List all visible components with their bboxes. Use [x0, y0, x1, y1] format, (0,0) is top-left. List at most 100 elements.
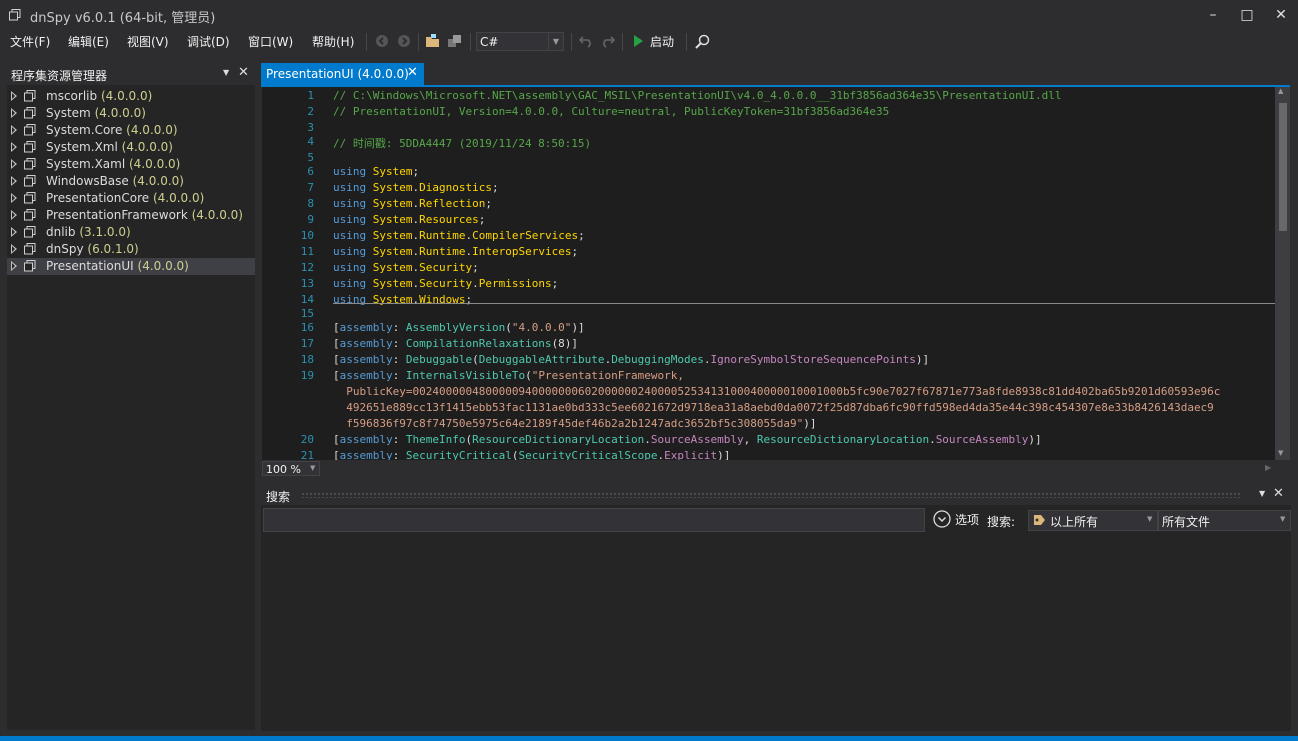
tree-item-mscorlib[interactable]: mscorlib (4.0.0.0) — [7, 88, 255, 105]
expand-arrow-icon[interactable] — [11, 159, 17, 169]
line-number: 7 — [307, 181, 314, 194]
code-line: 492651e889cc13f1415ebb53fac1131ae0bd333c… — [346, 401, 1214, 414]
search-panel-title: 搜索 — [266, 490, 291, 504]
expand-arrow-icon[interactable] — [11, 227, 17, 237]
assembly-version: (4.0.0.0) — [129, 157, 181, 171]
chevron-down-icon: ▼ — [1280, 515, 1286, 523]
tree-item-dnspy[interactable]: dnSpy (6.0.1.0) — [7, 241, 255, 258]
expand-arrow-icon[interactable] — [11, 244, 17, 254]
open-list-icon[interactable] — [446, 34, 464, 50]
menu-view[interactable]: 视图(V) — [127, 33, 169, 50]
tab-close-icon[interactable]: ✕ — [407, 65, 418, 80]
open-folder-icon[interactable] — [424, 34, 442, 50]
navigate-forward-icon[interactable] — [395, 34, 413, 50]
assembly-name: System.Xaml — [46, 157, 126, 171]
navigate-back-icon[interactable] — [373, 34, 391, 50]
menu-file[interactable]: 文件(F) — [10, 33, 50, 50]
tree-item-label: PresentationUI (4.0.0.0) — [46, 259, 189, 273]
line-number: 8 — [307, 197, 314, 210]
panel-close-icon[interactable]: ✕ — [238, 65, 249, 80]
expand-arrow-icon[interactable] — [11, 193, 17, 203]
expand-arrow-icon[interactable] — [11, 91, 17, 101]
minimize-button[interactable]: – — [1196, 0, 1230, 30]
code-line: using System.Resources; — [333, 213, 486, 226]
zoom-dropdown[interactable]: 100 % ▼ — [262, 461, 320, 476]
tree-item-system-xaml[interactable]: System.Xaml (4.0.0.0) — [7, 156, 255, 173]
search-icon[interactable] — [693, 34, 711, 50]
app-icon — [9, 9, 21, 21]
start-button-label[interactable]: 启动 — [650, 33, 674, 50]
toolbar-separator — [622, 33, 623, 51]
search-results-area[interactable] — [263, 535, 1290, 731]
code-line: // 时间戳: 5DDA4447 (2019/11/24 8:50:15) — [333, 137, 592, 150]
scroll-right-icon[interactable]: ▶ — [1265, 463, 1271, 472]
tree-item-presentationcore[interactable]: PresentationCore (4.0.0.0) — [7, 190, 255, 207]
assembly-version: (4.0.0.0) — [121, 140, 173, 154]
search-scope-dropdown[interactable]: 以上所有 ▼ — [1028, 510, 1158, 531]
code-line: using System.Windows; — [333, 293, 473, 306]
window-title: dnSpy v6.0.1 (64-bit, 管理员) — [30, 11, 216, 26]
line-number: 6 — [307, 165, 314, 178]
search-panel: 搜索 ▼ ✕ 选项 搜索: 以上所有 ▼ 所有文件 ▼ — [261, 485, 1291, 731]
code-line: PublicKey=002400000480000094000000060200… — [346, 385, 1221, 398]
expand-arrow-icon[interactable] — [11, 176, 17, 186]
tree-item-system-core[interactable]: System.Core (4.0.0.0) — [7, 122, 255, 139]
assembly-name: dnSpy — [46, 242, 84, 256]
expand-arrow-icon[interactable] — [11, 261, 17, 271]
tab-presentationui[interactable]: PresentationUI (4.0.0.0) ✕ — [261, 63, 424, 85]
menu-debug[interactable]: 调试(D) — [187, 33, 230, 50]
toolbar-separator — [418, 33, 419, 51]
expand-arrow-icon[interactable] — [11, 142, 17, 152]
redo-icon[interactable] — [599, 34, 617, 50]
panel-menu-chevron-icon[interactable]: ▼ — [1259, 489, 1265, 498]
code-editor[interactable]: 1 // C:\Windows\Microsoft.NET\assembly\GA… — [262, 87, 1275, 460]
line-number: 5 — [307, 151, 314, 164]
scroll-down-icon[interactable]: ▼ — [1278, 449, 1283, 457]
menu-help[interactable]: 帮助(H) — [312, 33, 354, 50]
line-number: 19 — [300, 369, 314, 382]
menu-edit[interactable]: 编辑(E) — [68, 33, 109, 50]
search-scope-label: 搜索: — [987, 515, 1016, 529]
language-dropdown[interactable]: C# ▼ — [476, 32, 564, 51]
start-play-icon[interactable] — [629, 34, 647, 50]
chevron-down-icon: ▼ — [548, 33, 563, 50]
tree-item-label: dnlib (3.1.0.0) — [46, 225, 131, 239]
tab-label: PresentationUI (4.0.0.0) — [266, 67, 409, 81]
tree-item-label: System.Xml (4.0.0.0) — [46, 140, 173, 154]
scope-icon — [1034, 515, 1045, 525]
tree-item-system-xml[interactable]: System.Xml (4.0.0.0) — [7, 139, 255, 156]
expand-arrow-icon[interactable] — [11, 125, 17, 135]
line-number: 14 — [300, 293, 314, 306]
tree-item-dnlib[interactable]: dnlib (3.1.0.0) — [7, 224, 255, 241]
tree-item-presentationframework[interactable]: PresentationFramework (4.0.0.0) — [7, 207, 255, 224]
toolbar-separator — [686, 33, 687, 51]
line-number: 10 — [300, 229, 314, 242]
editor-scroll-thumb[interactable] — [1279, 103, 1287, 231]
tree-item-system[interactable]: System (4.0.0.0) — [7, 105, 255, 122]
toolbar-separator — [366, 33, 367, 51]
code-line: using System.Diagnostics; — [333, 181, 499, 194]
undo-icon[interactable] — [577, 34, 595, 50]
search-input[interactable] — [263, 508, 925, 532]
line-number: 13 — [300, 277, 314, 290]
close-window-button[interactable]: ✕ — [1264, 0, 1298, 30]
expand-arrow-icon[interactable] — [11, 108, 17, 118]
panel-close-icon[interactable]: ✕ — [1273, 486, 1284, 501]
expand-arrow-icon[interactable] — [11, 210, 17, 220]
line-number: 2 — [307, 105, 314, 118]
tree-item-windowsbase[interactable]: WindowsBase (4.0.0.0) — [7, 173, 255, 190]
maximize-button[interactable]: □ — [1230, 0, 1264, 30]
code-line: [assembly: ThemeInfo(ResourceDictionaryL… — [333, 433, 1042, 446]
scroll-up-icon[interactable]: ▲ — [1278, 87, 1283, 95]
tree-item-label: System.Core (4.0.0.0) — [46, 123, 178, 137]
assembly-name: PresentationCore — [46, 191, 150, 205]
panel-menu-chevron-icon[interactable]: ▼ — [223, 68, 229, 77]
line-number: 4 — [307, 135, 314, 148]
tree-item-presentationui[interactable]: PresentationUI (4.0.0.0) — [7, 258, 255, 275]
status-bar — [0, 736, 1298, 741]
file-filter-dropdown[interactable]: 所有文件 ▼ — [1158, 510, 1291, 531]
options-toggle[interactable]: 选项 — [933, 510, 979, 531]
line-number: 21 — [300, 449, 314, 460]
menu-window[interactable]: 窗口(W) — [248, 33, 293, 50]
editor-horizontal-scrollbar[interactable]: ▶ — [262, 460, 1290, 477]
